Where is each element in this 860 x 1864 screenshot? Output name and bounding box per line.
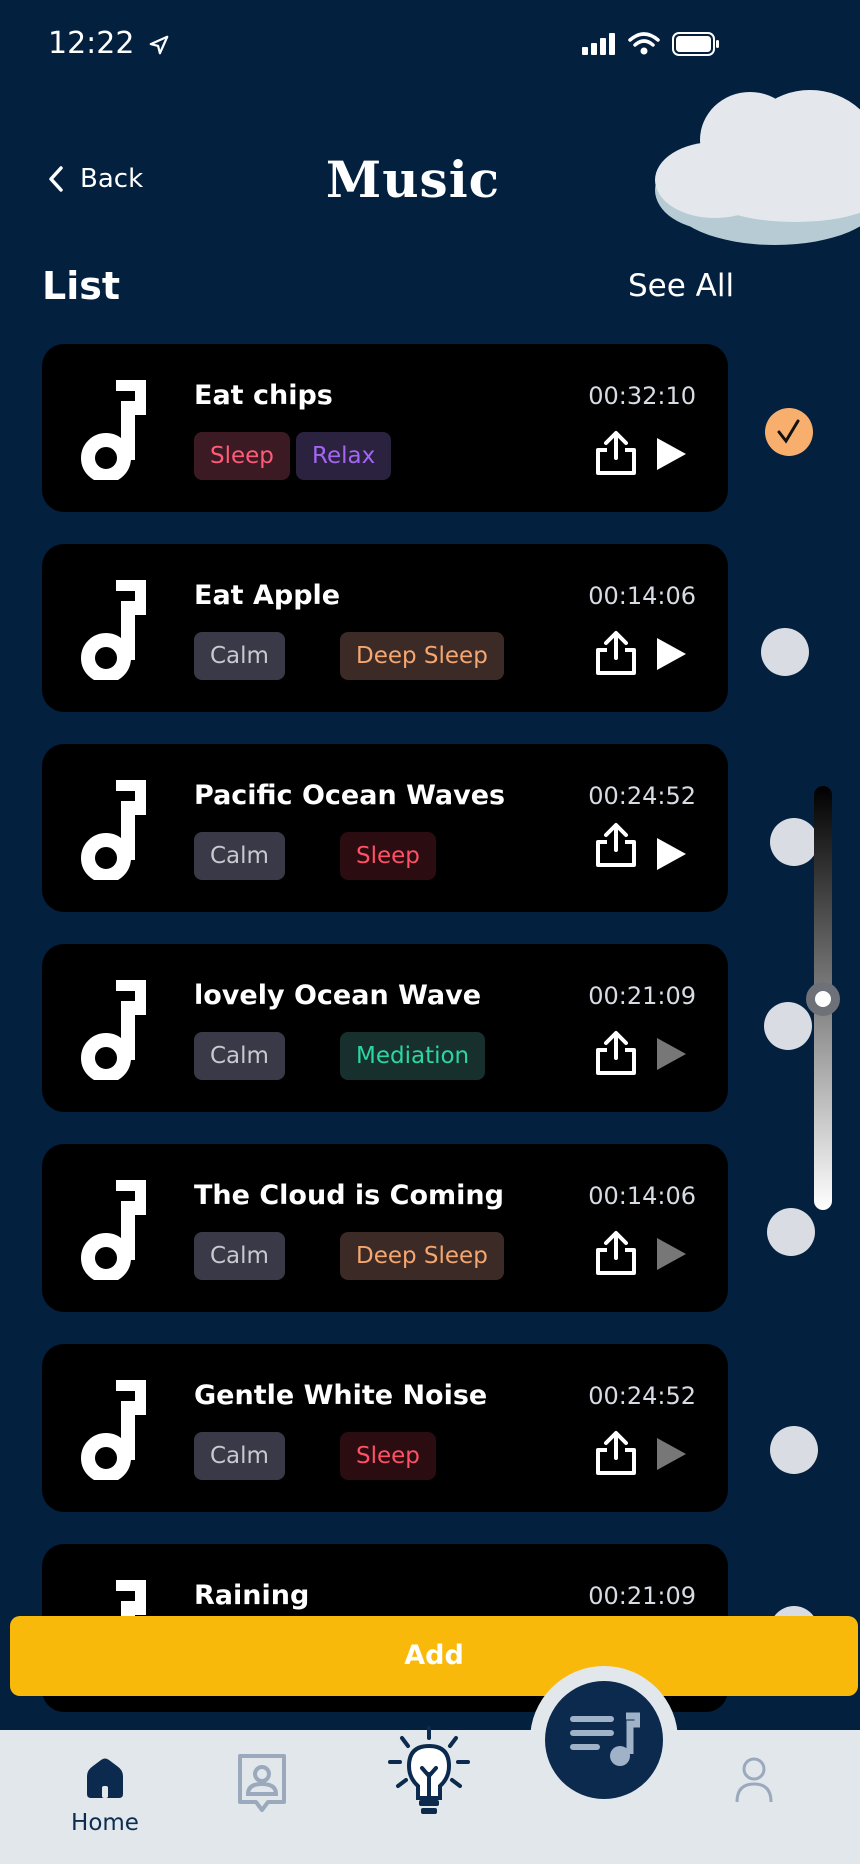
- status-indicators: [582, 32, 720, 56]
- track-duration: 00:24:52: [588, 1382, 696, 1410]
- battery-icon: [672, 32, 719, 56]
- play-icon[interactable]: [654, 436, 688, 472]
- track-name: Eat chips: [194, 380, 333, 411]
- track-duration: 00:14:06: [588, 1182, 696, 1210]
- track-duration: 00:24:52: [588, 782, 696, 810]
- tag-sleep: Sleep: [340, 1432, 436, 1480]
- nav-home[interactable]: Home: [60, 1756, 150, 1836]
- track-duration: 00:14:06: [588, 582, 696, 610]
- playlist-icon: [570, 1712, 640, 1766]
- play-icon[interactable]: [654, 1036, 688, 1072]
- select-radio[interactable]: [764, 1002, 812, 1050]
- select-radio[interactable]: [770, 1426, 818, 1474]
- tag-calm: Calm: [194, 1432, 285, 1480]
- add-button[interactable]: Add: [10, 1616, 858, 1696]
- share-icon[interactable]: [594, 630, 638, 676]
- share-icon[interactable]: [594, 1030, 638, 1076]
- tag-mediation: Mediation: [340, 1032, 486, 1080]
- nav-home-label: Home: [71, 1810, 139, 1836]
- lightbulb-icon[interactable]: [382, 1724, 476, 1824]
- track-name: Pacific Ocean Waves: [194, 780, 506, 811]
- see-all-link[interactable]: See All: [628, 268, 734, 304]
- contact-icon[interactable]: [234, 1752, 290, 1818]
- user-icon[interactable]: [734, 1756, 774, 1804]
- select-radio-checked[interactable]: [765, 408, 813, 456]
- share-icon[interactable]: [594, 1230, 638, 1276]
- signal-icon: [582, 33, 615, 55]
- share-icon[interactable]: [594, 430, 638, 476]
- tag-calm: Calm: [194, 1232, 285, 1280]
- select-radio[interactable]: [761, 628, 809, 676]
- play-icon[interactable]: [654, 836, 688, 872]
- cloud-icon: [655, 90, 860, 245]
- play-icon[interactable]: [654, 1236, 688, 1272]
- track-card[interactable]: lovely Ocean Wave 00:21:09 Calm Mediatio…: [42, 944, 728, 1112]
- select-radio[interactable]: [767, 1208, 815, 1256]
- music-note-icon: [81, 1380, 146, 1480]
- track-duration: 00:21:09: [588, 1582, 696, 1610]
- playlist-button[interactable]: [545, 1681, 663, 1799]
- track-card[interactable]: Eat chips 00:32:10 Sleep Relax: [42, 344, 728, 512]
- track-duration: 00:32:10: [588, 382, 696, 410]
- track-card[interactable]: Gentle White Noise 00:24:52 Calm Sleep: [42, 1344, 728, 1512]
- tag-calm: Calm: [194, 1032, 285, 1080]
- tag-calm: Calm: [194, 632, 285, 680]
- wifi-icon: [628, 32, 660, 55]
- tag-relax: Relax: [296, 432, 392, 480]
- home-icon: [87, 1758, 123, 1798]
- status-time: 12:22: [48, 26, 170, 61]
- track-name: Raining: [194, 1580, 310, 1611]
- track-card[interactable]: Pacific Ocean Waves 00:24:52 Calm Sleep: [42, 744, 728, 912]
- select-radio[interactable]: [770, 818, 818, 866]
- play-icon[interactable]: [654, 1436, 688, 1472]
- music-note-icon: [81, 780, 146, 880]
- tag-deep-sleep: Deep Sleep: [340, 1232, 504, 1280]
- track-name: Eat Apple: [194, 580, 341, 611]
- tag-deep-sleep: Deep Sleep: [340, 632, 504, 680]
- play-icon[interactable]: [654, 636, 688, 672]
- share-icon[interactable]: [594, 822, 638, 868]
- share-icon[interactable]: [594, 1430, 638, 1476]
- music-note-icon: [81, 380, 146, 480]
- section-title: List: [42, 264, 121, 308]
- music-note-icon: [81, 980, 146, 1080]
- location-arrow-icon: [149, 35, 169, 54]
- track-card[interactable]: Eat Apple 00:14:06 Calm Deep Sleep: [42, 544, 728, 712]
- track-name: lovely Ocean Wave: [194, 980, 482, 1011]
- tag-sleep: Sleep: [340, 832, 436, 880]
- tag-calm: Calm: [194, 832, 285, 880]
- check-icon: [777, 419, 800, 444]
- music-note-icon: [81, 1180, 146, 1280]
- track-name: Gentle White Noise: [194, 1380, 488, 1411]
- track-card[interactable]: The Cloud is Coming 00:14:06 Calm Deep S…: [42, 1144, 728, 1312]
- tag-sleep: Sleep: [194, 432, 290, 480]
- track-duration: 00:21:09: [588, 982, 696, 1010]
- track-name: The Cloud is Coming: [194, 1180, 504, 1211]
- music-note-icon: [81, 580, 146, 680]
- scrollbar-thumb[interactable]: [806, 982, 840, 1016]
- status-time-text: 12:22: [48, 26, 135, 61]
